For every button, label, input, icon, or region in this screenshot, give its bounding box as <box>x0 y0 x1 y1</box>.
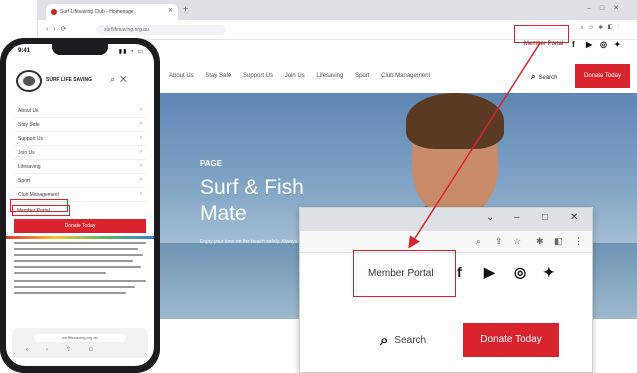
annotation-arrows <box>408 42 541 249</box>
callout-arrow <box>408 42 541 249</box>
